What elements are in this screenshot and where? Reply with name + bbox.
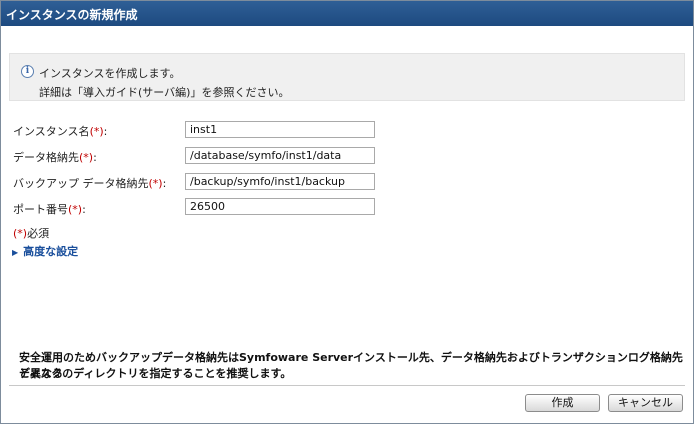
cancel-button[interactable]: キャンセル: [608, 394, 683, 412]
instance-name-label: インスタンス名(*):: [13, 123, 107, 139]
required-mark: (*): [68, 203, 83, 216]
dialog-title: インスタンスの新規作成: [1, 1, 693, 26]
dialog-window: インスタンスの新規作成 i インスタンスを作成します。 詳細は「導入ガイド(サー…: [0, 0, 694, 424]
port-label-text: ポート番号: [13, 203, 68, 216]
create-button[interactable]: 作成: [525, 394, 600, 412]
advanced-settings-toggle[interactable]: ▶ 高度な設定: [12, 243, 78, 259]
info-icon: i: [21, 65, 34, 78]
footer-divider: [9, 385, 685, 386]
triangle-right-icon: ▶: [12, 248, 19, 257]
required-mark: (*): [89, 125, 104, 138]
data-dir-label-text: データ格納先: [13, 151, 79, 164]
advanced-settings-label: 高度な設定: [23, 245, 79, 258]
required-note-mark: (*): [13, 227, 28, 240]
backup-dir-label-text: バックアップ データ格納先: [13, 177, 149, 190]
backup-dir-input[interactable]: [185, 173, 375, 190]
required-note: (*)必須: [13, 225, 49, 241]
required-mark: (*): [79, 151, 94, 164]
data-dir-input[interactable]: [185, 147, 375, 164]
info-detail: 詳細は「導入ガイド(サーバ編)」を参照ください。: [39, 86, 290, 99]
info-message: インスタンスを作成します。: [39, 67, 181, 80]
recommendation-text-line2: ディスクのディレクトリを指定することを推奨します。: [19, 367, 292, 380]
instance-name-input[interactable]: [185, 121, 375, 138]
label-colon: :: [93, 151, 97, 164]
label-colon: :: [82, 203, 86, 216]
backup-dir-label: バックアップ データ格納先(*):: [13, 175, 166, 191]
required-note-text: 必須: [27, 227, 50, 240]
label-colon: :: [103, 125, 108, 138]
info-panel: i インスタンスを作成します。 詳細は「導入ガイド(サーバ編)」を参照ください。: [9, 53, 685, 101]
instance-name-label-text: インスタンス名: [13, 125, 90, 138]
required-mark: (*): [148, 177, 163, 190]
data-dir-label: データ格納先(*):: [13, 149, 97, 165]
port-label: ポート番号(*):: [13, 201, 86, 217]
label-colon: :: [162, 177, 167, 190]
port-input[interactable]: [185, 198, 375, 215]
